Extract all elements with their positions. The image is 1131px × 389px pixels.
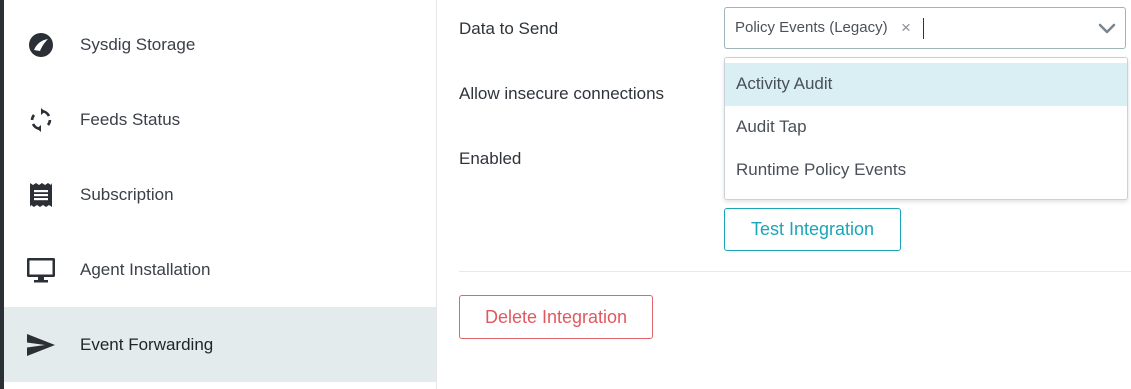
sidebar-item-label: Event Forwarding (80, 334, 214, 354)
test-integration-button[interactable]: Test Integration (724, 208, 901, 251)
data-to-send-dropdown: Activity Audit Audit Tap Runtime Policy … (724, 57, 1128, 200)
sysdig-storage-icon (26, 30, 56, 60)
chip-remove-icon[interactable]: × (901, 18, 911, 38)
refresh-icon (26, 105, 56, 135)
sidebar-item-label: Feeds Status (80, 109, 181, 129)
dropdown-option-activity-audit[interactable]: Activity Audit (725, 63, 1127, 106)
dropdown-option-label: Activity Audit (736, 74, 833, 93)
sidebar-item-subscription[interactable]: Subscription (4, 157, 436, 232)
dropdown-option-label: Audit Tap (736, 117, 807, 136)
sidebar-item-label: Sysdig Storage (80, 34, 196, 54)
sidebar-item-sysdig-storage[interactable]: Sysdig Storage (4, 7, 436, 82)
chevron-down-icon[interactable] (1098, 21, 1116, 35)
divider (459, 271, 1131, 272)
allow-insecure-label: Allow insecure connections (459, 84, 665, 103)
sidebar-item-feeds-status[interactable]: Feeds Status (4, 82, 436, 157)
monitor-icon (26, 255, 56, 285)
sidebar-item-agent-installation[interactable]: Agent Installation (4, 232, 436, 307)
sidebar: Sysdig Storage Feeds Status Subscription… (4, 0, 437, 389)
selected-chip: Policy Events (Legacy) (735, 19, 888, 36)
sidebar-item-label: Agent Installation (80, 259, 211, 279)
data-to-send-label: Data to Send (459, 19, 559, 38)
sidebar-item-event-forwarding[interactable]: Event Forwarding (4, 307, 436, 382)
text-cursor (923, 18, 924, 39)
dropdown-option-runtime-policy-events[interactable]: Runtime Policy Events (725, 149, 1127, 192)
receipt-icon (26, 180, 56, 210)
sidebar-item-label: Subscription (80, 184, 174, 204)
send-icon (26, 330, 56, 360)
settings-page: Sysdig Storage Feeds Status Subscription… (0, 0, 1131, 389)
data-to-send-select[interactable]: Policy Events (Legacy) × (724, 7, 1126, 49)
dropdown-option-label: Runtime Policy Events (736, 160, 907, 179)
dropdown-option-audit-tap[interactable]: Audit Tap (725, 106, 1127, 149)
integration-form: Data to Send Allow insecure connections … (437, 0, 1131, 389)
enabled-label: Enabled (459, 149, 522, 168)
delete-integration-button[interactable]: Delete Integration (459, 295, 653, 339)
